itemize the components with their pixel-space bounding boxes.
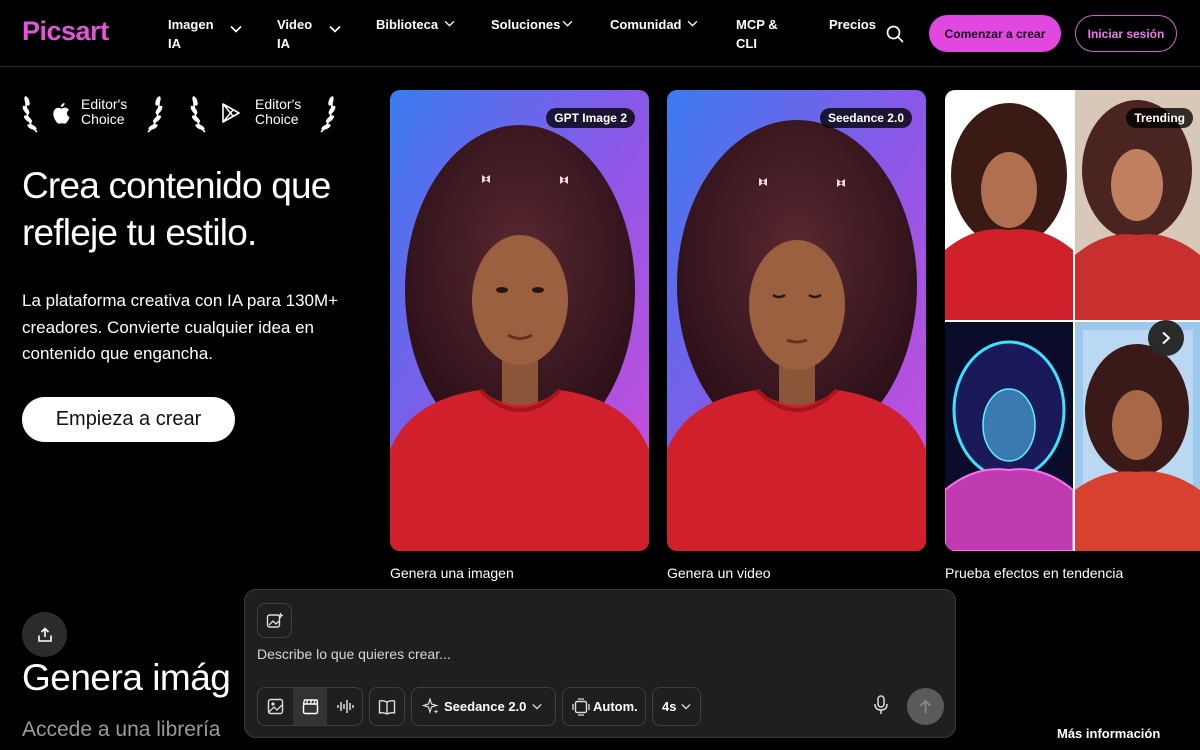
model-badge: GPT Image 2 xyxy=(546,108,635,128)
microphone-icon[interactable] xyxy=(873,695,889,715)
laurel-left-icon xyxy=(190,96,206,133)
aspect-ratio-value: Autom. xyxy=(593,699,638,714)
google-play-icon xyxy=(222,103,240,123)
nav-precios[interactable]: Precios xyxy=(829,15,876,34)
card-generate-image[interactable]: GPT Image 2 xyxy=(390,90,649,551)
award-apple-editors-choice: Editor's Choice xyxy=(22,92,164,134)
nav-comunidad[interactable]: Comunidad xyxy=(610,15,698,34)
image-add-icon xyxy=(266,612,283,628)
media-type-selector xyxy=(257,687,363,726)
hero-subtitle: La plataforma creativa con IA para 130M+… xyxy=(22,291,339,363)
model-badge: Seedance 2.0 xyxy=(819,108,912,128)
chevron-down-icon xyxy=(230,25,242,33)
trending-badge: Trending xyxy=(1126,108,1193,128)
nav-soluciones[interactable]: Soluciones xyxy=(491,15,573,34)
apple-icon xyxy=(53,103,70,124)
chevron-right-icon xyxy=(1162,331,1171,345)
nav-biblioteca[interactable]: Biblioteca xyxy=(376,15,455,34)
book-icon xyxy=(378,699,396,715)
chevron-down-icon xyxy=(444,20,455,27)
aspect-ratio-icon xyxy=(572,697,590,716)
chevron-down-icon xyxy=(687,20,698,27)
award-google-play-editors-choice: Editor's Choice xyxy=(190,92,336,134)
card-label-generate-image[interactable]: Genera una imagen xyxy=(390,565,514,581)
image-icon xyxy=(267,698,284,715)
clapperboard-icon xyxy=(302,699,318,715)
woman-portrait-video-image xyxy=(667,90,926,551)
chevron-down-icon xyxy=(681,703,692,710)
carousel-next-button[interactable] xyxy=(1148,320,1184,356)
woman-portrait-image xyxy=(390,90,649,551)
model-name: Seedance 2.0 xyxy=(444,699,527,714)
start-creating-hero-button[interactable]: Empieza a crear xyxy=(22,397,235,442)
top-header: Picsart Imagen IA Video IA Biblioteca So… xyxy=(0,0,1200,67)
media-type-video[interactable] xyxy=(292,688,328,725)
nav-mcp-cli[interactable]: MCP & CLI xyxy=(736,15,778,53)
card-generate-video[interactable]: Seedance 2.0 xyxy=(667,90,926,551)
add-reference-image-button[interactable] xyxy=(257,603,292,638)
login-button[interactable]: Iniciar sesión xyxy=(1075,15,1177,52)
share-button[interactable] xyxy=(22,612,67,657)
aspect-ratio-selector[interactable]: Autom. xyxy=(562,687,646,726)
duration-value: 4s xyxy=(662,699,677,714)
laurel-right-icon xyxy=(320,96,336,133)
duration-selector[interactable]: 4s xyxy=(652,687,701,726)
prompt-input[interactable] xyxy=(257,644,937,664)
section-title: Genera imág xyxy=(22,657,231,698)
nav-imagen-ia[interactable]: Imagen IA xyxy=(168,15,242,53)
start-creating-button[interactable]: Comenzar a crear xyxy=(929,15,1061,52)
prompt-panel: Seedance 2.0 Autom. 4s xyxy=(244,589,956,738)
media-type-image[interactable] xyxy=(258,688,293,725)
nav-video-ia[interactable]: Video IA xyxy=(277,15,341,53)
model-selector[interactable]: Seedance 2.0 xyxy=(411,687,556,726)
chevron-down-icon xyxy=(329,25,341,33)
audio-wave-icon xyxy=(336,700,354,713)
card-label-generate-video[interactable]: Genera un video xyxy=(667,565,771,581)
chevron-down-icon xyxy=(562,20,573,27)
card-label-trending-effects[interactable]: Prueba efectos en tendencia xyxy=(945,565,1123,581)
laurel-right-icon xyxy=(147,96,163,133)
chevron-down-icon xyxy=(532,703,543,710)
share-icon xyxy=(37,626,52,642)
media-type-audio[interactable] xyxy=(327,688,362,725)
hero-title: Crea contenido que refleje tu estilo. xyxy=(22,165,331,253)
guide-button[interactable] xyxy=(369,687,405,726)
picsart-logo[interactable]: Picsart xyxy=(22,16,109,47)
search-icon[interactable] xyxy=(885,24,905,44)
sparkle-icon xyxy=(422,698,439,715)
laurel-left-icon xyxy=(22,96,38,133)
send-button[interactable] xyxy=(907,688,944,725)
more-info-link[interactable]: Más información xyxy=(1057,726,1160,741)
section-subtitle: Accede a una librería xyxy=(22,718,221,741)
arrow-up-icon xyxy=(919,699,932,713)
